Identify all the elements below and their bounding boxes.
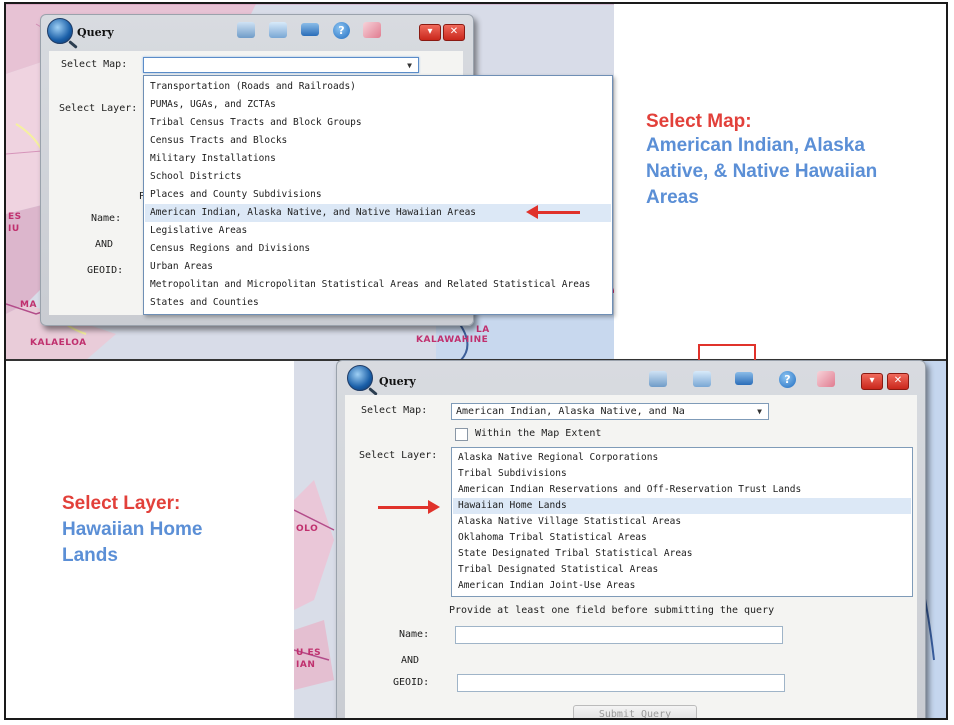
close-icon[interactable]: ✕ (443, 24, 465, 41)
map-label: IAN (296, 660, 316, 670)
name-label: Name: (91, 213, 122, 224)
layer-list-icon[interactable] (735, 372, 753, 385)
dialog-title: Query (379, 375, 416, 388)
close-icon[interactable]: ✕ (887, 373, 909, 390)
caption-map-title: Select Map: (646, 111, 752, 132)
map-label: OLO (296, 524, 319, 534)
map-option[interactable]: Census Regions and Divisions (150, 240, 608, 258)
layer-option-selected[interactable]: Hawaiian Home Lands (453, 498, 911, 514)
help-icon[interactable]: ? (333, 22, 350, 39)
help-icon[interactable]: ? (779, 371, 796, 388)
select-map-label: Select Map: (61, 59, 128, 70)
minimize-icon[interactable]: ▾ (861, 373, 883, 390)
toolbar-highlight-bracket (698, 344, 756, 360)
dialog-title: Query (77, 26, 114, 39)
caption-layer-line: Hawaiian Home (62, 519, 203, 540)
within-extent-label[interactable]: Within the Map Extent (475, 428, 601, 439)
map-option[interactable]: Military Installations (150, 150, 608, 168)
caption-map-line: Native, & Native Hawaiian (646, 161, 878, 182)
hint-text: Provide at least one field before submit… (449, 605, 775, 616)
layer-option[interactable]: Alaska Native Regional Corporations (458, 450, 908, 466)
red-arrow-map-option (526, 205, 580, 219)
and-label: AND (95, 239, 114, 250)
select-map-dropdown[interactable]: ▼ (143, 57, 419, 73)
select-map-value: American Indian, Alaska Native, and Na (456, 406, 685, 417)
map-option[interactable]: Places and County Subdivisions (150, 186, 608, 204)
map-option[interactable]: States and Counties (150, 294, 608, 312)
map-option[interactable]: PUMAs, UGAs, and ZCTAs (150, 96, 608, 114)
add-layer-icon[interactable] (269, 22, 287, 38)
chevron-down-icon: ▼ (757, 407, 762, 416)
name-field[interactable] (455, 626, 783, 644)
submit-query-button[interactable]: Submit Query (573, 705, 697, 718)
caption-map-line: American Indian, Alaska (646, 135, 865, 156)
select-layer-label: Select Layer: (359, 450, 438, 461)
query-logo-icon (47, 18, 73, 44)
layer-option[interactable]: Alaska Native Village Statistical Areas (458, 514, 908, 530)
chevron-down-icon: ▼ (407, 61, 412, 70)
caption-layer-title: Select Layer: (62, 493, 181, 514)
map-tool-icon[interactable] (649, 371, 667, 387)
name-label: Name: (399, 629, 430, 640)
titlebar[interactable]: Query ? ▾ ✕ (337, 361, 925, 395)
map-option[interactable]: Transportation (Roads and Railroads) (150, 78, 608, 96)
within-extent-checkbox[interactable] (455, 428, 468, 441)
map-label: U ES (296, 648, 322, 658)
broom-icon[interactable] (363, 22, 381, 38)
map-option[interactable]: School Districts (150, 168, 608, 186)
select-layer-label: Select Layer: (59, 103, 138, 114)
layer-option[interactable]: State Designated Tribal Statistical Area… (458, 546, 908, 562)
screenshot-frame: ES IU MA KALAELOA NA LA KALAWAHINE OLO U… (4, 2, 948, 720)
add-layer-icon[interactable] (693, 371, 711, 387)
layer-option[interactable]: Tribal Designated Statistical Areas (458, 562, 908, 578)
map-label: LA (476, 325, 490, 335)
map-tool-icon[interactable] (237, 22, 255, 38)
map-label: MA (20, 300, 37, 310)
query-dialog-bottom: Query ? ▾ ✕ Select Map: American Indian,… (336, 360, 926, 718)
map-label: IU (8, 224, 20, 234)
map-option[interactable]: Legislative Areas (150, 222, 608, 240)
caption-layer-line: Lands (62, 545, 118, 566)
layer-option[interactable]: American Indian Joint-Use Areas (458, 578, 908, 594)
map-option[interactable]: Census Tracts and Blocks (150, 132, 608, 150)
select-layer-list[interactable]: Alaska Native Regional Corporations Trib… (451, 447, 913, 597)
layer-option[interactable]: American Indian Reservations and Off-Res… (458, 482, 908, 498)
geoid-label: GEOID: (87, 265, 124, 276)
map-option[interactable]: Urban Areas (150, 258, 608, 276)
query-logo-icon (347, 365, 373, 391)
layer-option[interactable]: Tribal Subdivisions (458, 466, 908, 482)
caption-map-line: Areas (646, 187, 699, 208)
geoid-label: GEOID: (393, 677, 430, 688)
query-dialog-top: Query ? ▾ ✕ Select Map: ▼ Select Layer: … (40, 14, 613, 326)
map-label: KALAELOA (30, 338, 87, 348)
broom-icon[interactable] (817, 371, 835, 387)
dialog-body: Select Map: American Indian, Alaska Nati… (345, 395, 917, 718)
map-option[interactable]: Metropolitan and Micropolitan Statistica… (150, 276, 608, 294)
map-option[interactable]: Tribal Census Tracts and Block Groups (150, 114, 608, 132)
map-label: KALAWAHINE (416, 335, 489, 345)
layer-list-icon[interactable] (301, 23, 319, 36)
red-arrow-layer-option (378, 500, 440, 514)
select-map-options[interactable]: Transportation (Roads and Railroads) PUM… (143, 75, 613, 315)
minimize-icon[interactable]: ▾ (419, 24, 441, 41)
select-map-label: Select Map: (361, 405, 428, 416)
map-label: ES (8, 212, 22, 222)
select-map-dropdown[interactable]: American Indian, Alaska Native, and Na ▼ (451, 403, 769, 420)
layer-option[interactable]: Oklahoma Tribal Statistical Areas (458, 530, 908, 546)
geoid-field[interactable] (457, 674, 785, 692)
titlebar[interactable]: Query ? ▾ ✕ (41, 15, 473, 49)
and-label: AND (401, 655, 420, 666)
